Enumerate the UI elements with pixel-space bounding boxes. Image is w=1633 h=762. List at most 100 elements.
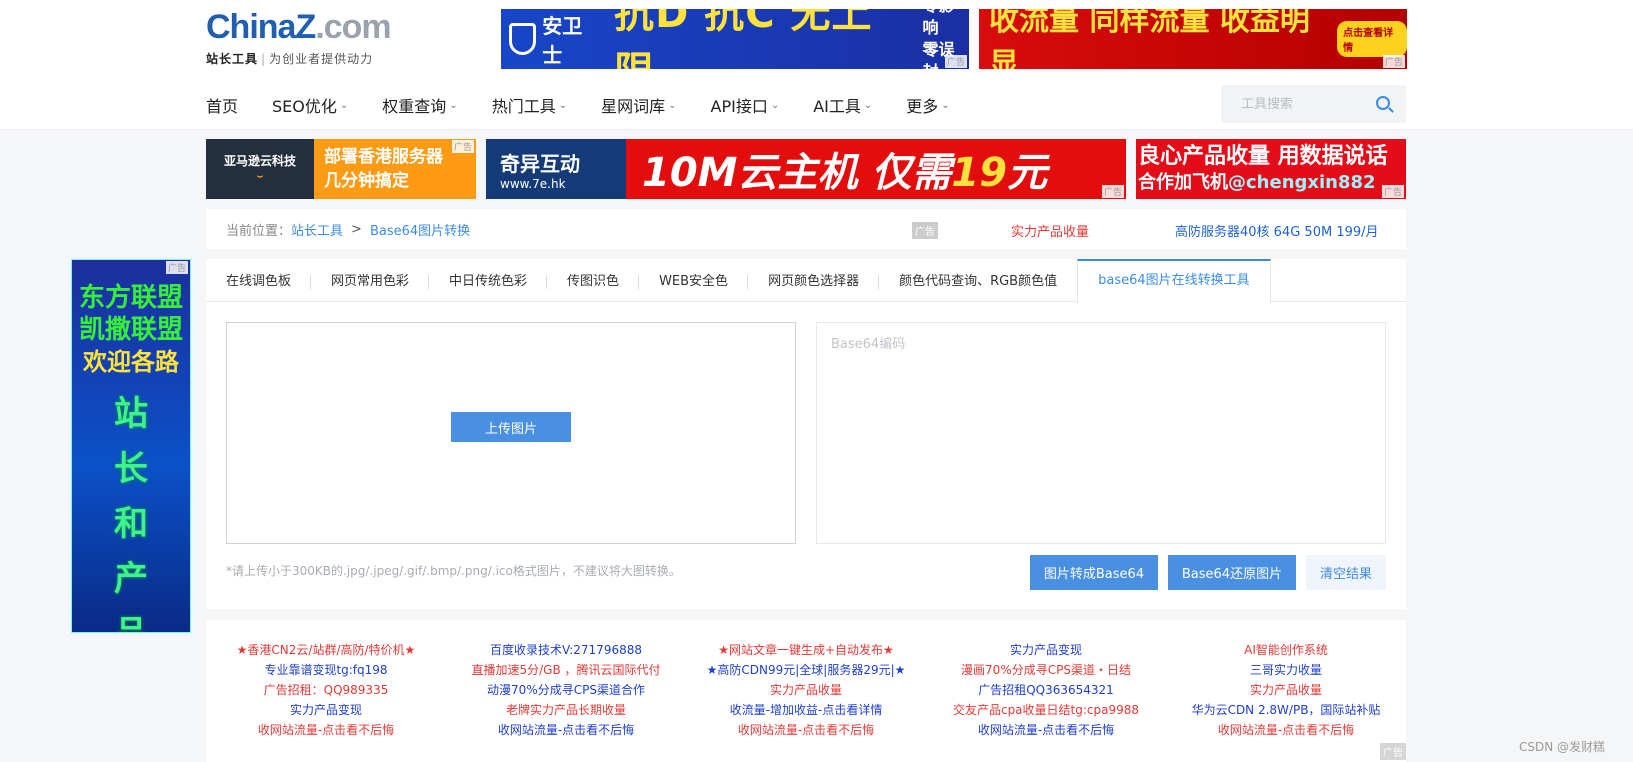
upload-image-button[interactable]: 上传图片 xyxy=(451,412,571,442)
ad-label: 广告 xyxy=(1380,743,1406,760)
ad-label: 广告 xyxy=(165,261,188,274)
breadcrumb-ad-link-2[interactable]: 高防服务器40核 64G 50M 199/月 xyxy=(1175,221,1379,240)
ad-text-link[interactable]: 老牌实力产品长期收量 xyxy=(446,700,686,720)
chevron-down-icon: ⌄ xyxy=(668,99,677,111)
ad-banner-anweishi[interactable]: 安卫士 抗D 抗C 无上限 零影响零误封 广告 xyxy=(501,9,969,69)
ad-text-link[interactable]: 收网站流量-点击看不后悔 xyxy=(206,720,446,740)
base64-output[interactable] xyxy=(816,322,1386,544)
color-tool-tabs: 在线调色板 网页常用色彩 中日传统色彩 传图识色 WEB安全色 网页颜色选择器 颜色代码查询… xyxy=(206,259,1406,303)
tool-search-input[interactable] xyxy=(1221,96,1371,112)
tool-search xyxy=(1221,85,1406,123)
chevron-down-icon: ⌄ xyxy=(339,99,349,111)
ad-label: 广告 xyxy=(1101,185,1124,198)
chevron-down-icon: ⌄ xyxy=(770,99,780,111)
tool-tab[interactable]: 传图识色 xyxy=(547,259,640,302)
ad-text-link[interactable]: 交友产品cpa收量日结tg:cpa9988 xyxy=(926,700,1166,720)
ad-side-banner[interactable]: 东方联盟 凯撒联盟 欢迎各路 站 长 和 产 品 咨询 广告 xyxy=(71,259,191,633)
ad-brand: 亚马逊云科技 ⌣ xyxy=(206,153,314,185)
base64-restore-button[interactable]: Base64还原图片 xyxy=(1168,555,1296,590)
nav-item[interactable]: AI工具 ⌄ xyxy=(813,93,872,117)
ad-text-link[interactable]: 广告招租QQ363654321 xyxy=(926,680,1166,700)
ad-link-column: 实力产品变现 漫画70%分成寻CPS渠道・日结 广告招租QQ363654321 交友产… xyxy=(926,640,1166,762)
ad-text-link[interactable]: 收网站流量-点击看不后悔 xyxy=(686,720,926,740)
chevron-down-icon: ⌄ xyxy=(863,99,873,111)
ad-text-link[interactable]: AI智能创作系统 xyxy=(1166,640,1406,660)
ad-link-column: AI智能创作系统 三哥实力收量 实力产品收量 华为云CDN 2.8W/PB，国际站补贴… xyxy=(1166,640,1406,762)
site-header: ChinaZ.com 站长工具|为创业者提供动力 安卫士 抗D 抗C 无上限 零… xyxy=(0,0,1633,130)
ad-banner-traffic[interactable]: 收流量 同样流量 收益明显 点击查看详情 广告 xyxy=(979,9,1407,69)
logo-wordmark: ChinaZ.com xyxy=(206,8,392,46)
ad-text-link[interactable]: ★香港CN2云/站群/高防/特价机★ xyxy=(206,640,446,660)
ad-text-link[interactable]: ★网站文章一键生成+自动发布★ xyxy=(686,640,926,660)
image-upload-area[interactable]: 上传图片 xyxy=(226,322,796,544)
ad-text-link[interactable]: 华为云CDN 2.8W/PB，国际站补贴 xyxy=(1166,700,1406,720)
search-icon[interactable] xyxy=(1376,96,1390,110)
ad-subtext: 合作加飞机@chengxin882 xyxy=(1138,172,1376,193)
chevron-down-icon: ⌄ xyxy=(558,99,568,111)
ad-banner-quality[interactable]: 良心产品收量 用数据说话 合作加飞机@chengxin882 广告 xyxy=(1136,139,1406,199)
ad-label: 广告 xyxy=(1382,55,1405,68)
ad-text-link[interactable]: 收流量-增加收益-点击看详情 xyxy=(686,700,926,720)
ad-headline: 抗D 抗C 无上限 xyxy=(614,9,873,69)
ad-headline: 收流量 同样流量 收益明显 xyxy=(989,9,1310,69)
clear-result-button[interactable]: 清空结果 xyxy=(1306,555,1386,590)
nav-item[interactable]: 星网词库 ⌄ xyxy=(601,93,676,117)
nav-item[interactable]: 权重查询 ⌄ xyxy=(382,93,457,117)
breadcrumb-ad-link-1[interactable]: 实力产品收量 xyxy=(1011,221,1089,240)
ad-text-link[interactable]: 专业靠谱变现tg:fq198 xyxy=(206,660,446,680)
ad-headline: 部署香港服务器 几分钟搞定 xyxy=(324,147,443,191)
ad-text-link[interactable]: 三哥实力收量 xyxy=(1166,660,1406,680)
site-logo[interactable]: ChinaZ.com 站长工具 | 为创业者提供动力 xyxy=(206,8,416,68)
ad-text-link[interactable]: 实力产品变现 xyxy=(206,700,446,720)
ad-text-link[interactable]: 收网站流量-点击看不后悔 xyxy=(1166,720,1406,740)
ad-text-link[interactable]: 实力产品变现 xyxy=(926,640,1166,660)
breadcrumb-current-page[interactable]: Base64图片转换 xyxy=(370,220,470,239)
ad-detail-button: 点击查看详情 xyxy=(1337,21,1407,57)
ad-text-link[interactable]: 实力产品收量 xyxy=(1166,680,1406,700)
ad-text-link[interactable]: 广告招租：QQ989335 xyxy=(206,680,446,700)
ad-text-link[interactable]: 直播加速5分/GB ，腾讯云国际代付 xyxy=(446,660,686,680)
tool-tab[interactable]: 在线调色板 xyxy=(206,259,312,302)
smile-arrow-icon: ⌣ xyxy=(256,171,264,182)
tool-tab[interactable]: base64图片在线转换工具 xyxy=(1077,259,1271,303)
tool-tab[interactable]: 颜色代码查询、RGB颜色值 xyxy=(879,259,1077,302)
ad-brand: 安卫士 xyxy=(509,10,600,68)
upload-hint: *请上传小于300KB的.jpg/.jpeg/.gif/.bmp/.png/.i… xyxy=(226,564,681,578)
ad-links-grid: ★香港CN2云/站群/高防/特价机★ 专业靠谱变现tg:fq198 广告招租：QQ9… xyxy=(206,620,1406,762)
ad-text-link[interactable]: ★高防CDN99元|全球|服务器29元|★ xyxy=(686,660,926,680)
chevron-down-icon: ⌄ xyxy=(941,99,950,111)
breadcrumb-label: 当前位置： xyxy=(226,223,292,239)
ad-label: 广告 xyxy=(451,140,474,153)
ad-text-link[interactable]: 百度收录技术V:271796888 xyxy=(446,640,686,660)
logo-tagline: 站长工具 | 为创业者提供动力 xyxy=(206,52,374,66)
breadcrumb-root-link[interactable]: 站长工具 xyxy=(291,220,343,239)
tool-tab[interactable]: 网页常用色彩 xyxy=(311,259,430,302)
ad-banner-aws[interactable]: 亚马逊云科技 ⌣ 部署香港服务器 几分钟搞定 广告 xyxy=(206,139,476,199)
ad-text-link[interactable]: 实力产品收量 xyxy=(686,680,926,700)
nav-item[interactable]: API接口 ⌄ xyxy=(711,93,780,117)
ad-text-link[interactable]: 收网站流量-点击看不后悔 xyxy=(446,720,686,740)
ad-label: 广告 xyxy=(1381,185,1404,198)
chevron-down-icon: ⌄ xyxy=(449,99,458,111)
main-nav: 首页 SEO优化 ⌄ 权重查询 ⌄ 热门工具 ⌄ 星网词库 ⌄ API接口 ⌄ AI工具 ⌄ 更多 ⌄ xyxy=(206,90,984,120)
tool-tab[interactable]: 中日传统色彩 xyxy=(429,259,548,302)
csdn-watermark: CSDN @发财糕 xyxy=(1519,740,1606,754)
ad-banner-cloud-host[interactable]: 奇异互动 www.7e.hk 10M云主机 仅需19元 广告 xyxy=(486,139,1126,199)
ad-brand: 奇异互动 www.7e.hk xyxy=(486,139,626,199)
ad-link-column: ★香港CN2云/站群/高防/特价机★ 专业靠谱变现tg:fq198 广告招租：QQ9… xyxy=(206,640,446,762)
ad-text-link[interactable]: 漫画70%分成寻CPS渠道・日结 xyxy=(926,660,1166,680)
ad-text-link[interactable]: 收网站流量-点击看不后悔 xyxy=(926,720,1166,740)
ad-headline: 良心产品收量 用数据说话 xyxy=(1138,144,1388,169)
ad-text-link[interactable]: 动漫70%分成寻CPS渠道合作 xyxy=(446,680,686,700)
breadcrumb-separator: > xyxy=(351,221,362,237)
nav-item[interactable]: 热门工具 ⌄ xyxy=(492,93,567,117)
tool-tab[interactable]: WEB安全色 xyxy=(639,259,749,302)
nav-item[interactable]: SEO优化 ⌄ xyxy=(272,93,348,117)
ad-label: 广告 xyxy=(912,222,938,239)
tool-tab[interactable]: 网页颜色选择器 xyxy=(748,259,880,302)
nav-item[interactable]: 更多 ⌄ xyxy=(906,93,949,117)
nav-item[interactable]: 首页 xyxy=(206,93,238,117)
image-to-base64-button[interactable]: 图片转成Base64 xyxy=(1030,555,1158,590)
ad-link-column: ★网站文章一键生成+自动发布★ ★高防CDN99元|全球|服务器29元|★ 实力产品… xyxy=(686,640,926,762)
breadcrumb: 当前位置： 站长工具 > Base64图片转换 广告 实力产品收量 高防服务器4… xyxy=(206,209,1406,249)
